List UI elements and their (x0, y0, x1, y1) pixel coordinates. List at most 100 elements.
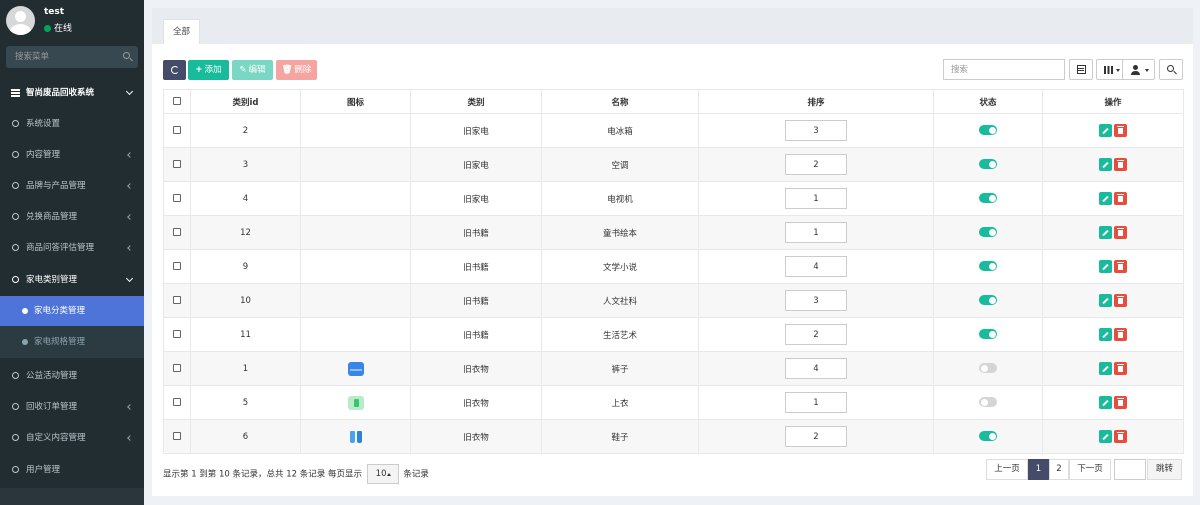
sidebar-item-charity[interactable]: 公益活动管理 (0, 361, 144, 391)
table-row[interactable]: 2 旧家电 电冰箱 (163, 113, 1184, 148)
row-delete-button[interactable] (1114, 226, 1127, 239)
sidebar-item-content[interactable]: 内容管理 (0, 140, 144, 170)
row-delete-button[interactable] (1114, 294, 1127, 307)
status-toggle[interactable] (979, 227, 997, 238)
add-button[interactable]: + 添加 (188, 60, 229, 80)
row-edit-button[interactable] (1099, 294, 1112, 307)
row-edit-button[interactable] (1099, 226, 1112, 239)
row-checkbox[interactable] (173, 228, 181, 236)
row-delete-button[interactable] (1114, 362, 1127, 375)
sort-input[interactable] (785, 256, 847, 277)
page-size-select[interactable]: 10 (366, 464, 399, 484)
row-delete-button[interactable] (1114, 430, 1127, 443)
row-edit-button[interactable] (1099, 158, 1112, 171)
row-delete-button[interactable] (1114, 328, 1127, 341)
status-toggle[interactable] (979, 125, 997, 136)
export-button[interactable] (1122, 59, 1155, 80)
row-checkbox[interactable] (173, 126, 181, 134)
cell-category: 旧书籍 (410, 215, 542, 250)
row-checkbox[interactable] (173, 160, 181, 168)
row-delete-button[interactable] (1114, 158, 1127, 171)
sort-input[interactable] (785, 120, 847, 141)
row-delete-button[interactable] (1114, 260, 1127, 273)
table-row[interactable]: 9 旧书籍 文学小说 (163, 249, 1184, 284)
row-edit-button[interactable] (1099, 430, 1112, 443)
sidebar-item-brand-product[interactable]: 品牌与产品管理 (0, 171, 144, 201)
menu-header-system[interactable]: 智尚废品回收系统 (0, 78, 144, 108)
row-checkbox[interactable] (173, 330, 181, 338)
advanced-search-button[interactable] (1159, 59, 1183, 80)
header-sort[interactable]: 排序 (698, 89, 934, 114)
sort-input[interactable] (785, 188, 847, 209)
row-checkbox[interactable] (173, 398, 181, 406)
status-toggle[interactable] (979, 261, 997, 272)
table-row[interactable]: 3 旧家电 空调 (163, 147, 1184, 182)
jump-button[interactable]: 跳转 (1147, 459, 1182, 480)
table-row[interactable]: 4 旧家电 电视机 (163, 181, 1184, 216)
sidebar-item-exchange-goods[interactable]: 兑换商品管理 (0, 202, 144, 232)
page-2-button[interactable]: 2 (1049, 459, 1069, 480)
page-1-button[interactable]: 1 (1028, 459, 1049, 480)
row-delete-button[interactable] (1114, 124, 1127, 137)
row-edit-button[interactable] (1099, 260, 1112, 273)
tab-all[interactable]: 全部 (163, 19, 200, 44)
sort-input[interactable] (785, 290, 847, 311)
sort-input[interactable] (785, 426, 847, 447)
row-checkbox[interactable] (173, 262, 181, 270)
table-row[interactable]: 6 旧衣物 鞋子 (163, 419, 1184, 454)
status-toggle[interactable] (979, 363, 997, 374)
cell-category: 旧衣物 (410, 351, 542, 386)
row-delete-button[interactable] (1114, 396, 1127, 409)
sidebar-item-appliance-category[interactable]: 家电类别管理 (0, 265, 144, 295)
row-checkbox[interactable] (173, 364, 181, 372)
table-row[interactable]: 10 旧书籍 人文社科 (163, 283, 1184, 318)
delete-button[interactable]: 🗑︎ 删除 (276, 60, 317, 80)
sort-input[interactable] (785, 358, 847, 379)
sidebar-subitem-appliance-spec[interactable]: 家电规格管理 (0, 327, 144, 357)
table-row[interactable]: 12 旧书籍 童书绘本 (163, 215, 1184, 250)
status-toggle[interactable] (979, 397, 997, 408)
menu-search-button[interactable] (116, 46, 138, 68)
table-search-input[interactable] (943, 59, 1065, 80)
status-toggle[interactable] (979, 295, 997, 306)
row-edit-button[interactable] (1099, 362, 1112, 375)
sort-input[interactable] (785, 324, 847, 345)
status-toggle[interactable] (979, 159, 997, 170)
sidebar-item-system-settings[interactable]: 系统设置 (0, 109, 144, 139)
edit-button[interactable]: ✎ 编辑 (232, 60, 273, 80)
status-toggle[interactable] (979, 431, 997, 442)
header-icon: 图标 (300, 89, 411, 114)
table-row[interactable]: 11 旧书籍 生活艺术 (163, 317, 1184, 352)
refresh-button[interactable] (163, 60, 186, 80)
select-all-checkbox[interactable] (173, 97, 181, 105)
prev-page-button[interactable]: 上一页 (986, 459, 1028, 480)
cell-name: 生活艺术 (541, 317, 699, 352)
row-edit-button[interactable] (1099, 396, 1112, 409)
cell-icon (300, 385, 411, 420)
sort-input[interactable] (785, 222, 847, 243)
sort-input[interactable] (785, 154, 847, 175)
status-toggle[interactable] (979, 329, 997, 340)
row-delete-button[interactable] (1114, 192, 1127, 205)
table-row[interactable]: 1 旧衣物 裤子 (163, 351, 1184, 386)
row-edit-button[interactable] (1099, 124, 1112, 137)
sidebar-item-qa-evaluation[interactable]: 商品问答评估管理 (0, 233, 144, 263)
sidebar-subitem-appliance-class[interactable]: 家电分类管理 (0, 296, 144, 326)
sort-input[interactable] (785, 392, 847, 413)
row-checkbox[interactable] (173, 296, 181, 304)
row-checkbox[interactable] (173, 432, 181, 440)
jump-page-input[interactable] (1114, 459, 1146, 480)
next-page-button[interactable]: 下一页 (1069, 459, 1111, 480)
table-row[interactable]: 5 旧衣物 上衣 (163, 385, 1184, 420)
row-edit-button[interactable] (1099, 192, 1112, 205)
header-id[interactable]: 类别id (190, 89, 301, 114)
sidebar-item-users[interactable]: 用户管理 (0, 455, 144, 485)
sidebar-item-recycle-orders[interactable]: 回收订单管理 (0, 392, 144, 422)
row-edit-button[interactable] (1099, 328, 1112, 341)
avatar[interactable] (6, 6, 35, 35)
toggle-view-button[interactable] (1069, 59, 1093, 80)
menu-search-input[interactable] (6, 46, 114, 68)
sidebar-item-custom-content[interactable]: 自定义内容管理 (0, 423, 144, 453)
row-checkbox[interactable] (173, 194, 181, 202)
status-toggle[interactable] (979, 193, 997, 204)
